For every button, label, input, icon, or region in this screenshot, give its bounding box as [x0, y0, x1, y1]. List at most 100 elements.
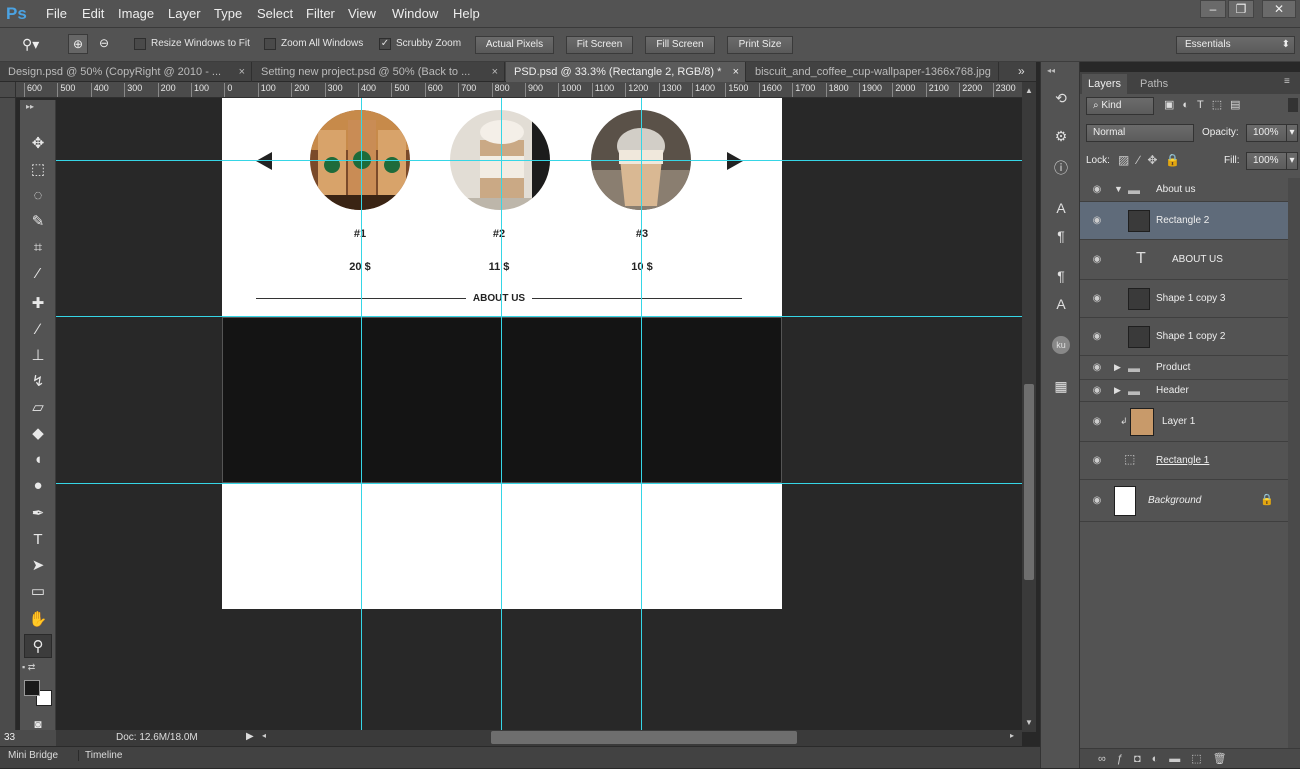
- lock-icons[interactable]: ▨∕✥🔒: [1118, 153, 1188, 167]
- minimize-button[interactable]: –: [1200, 0, 1226, 18]
- doc-tab-design[interactable]: Design.psd @ 50% (CopyRight @ 2010 - ...…: [0, 62, 252, 82]
- visibility-eye-icon[interactable]: ◉: [1090, 455, 1104, 466]
- ruler-origin[interactable]: [0, 82, 16, 98]
- scroll-up-icon[interactable]: ▲: [1025, 86, 1033, 95]
- fill-input[interactable]: 100%: [1246, 152, 1288, 170]
- path-selection-tool-icon[interactable]: ➤: [24, 554, 52, 578]
- zoom-tool-icon[interactable]: ⚲: [24, 634, 52, 658]
- menu-image[interactable]: Image: [116, 0, 156, 28]
- strip-collapse-icon[interactable]: ◂◂: [1047, 66, 1055, 75]
- horizontal-ruler[interactable]: 600 500 400 300 200 100 0 100 200 300 400 500 600 700…: [16, 82, 1022, 98]
- move-tool-icon[interactable]: ✥: [24, 132, 52, 156]
- layer-row-product[interactable]: ◉ ▶ ▬ Product: [1080, 356, 1288, 380]
- toolbox-collapse-icon[interactable]: ▸▸: [26, 103, 50, 111]
- visibility-eye-icon[interactable]: ◉: [1090, 362, 1104, 373]
- layer-row-about-us-text[interactable]: ◉ T ABOUT US: [1080, 240, 1288, 280]
- visibility-eye-icon[interactable]: ◉: [1090, 331, 1104, 342]
- layer-row-header[interactable]: ◉ ▶ ▬ Header: [1080, 380, 1288, 402]
- tab-layers[interactable]: Layers: [1082, 74, 1128, 94]
- visibility-eye-icon[interactable]: ◉: [1090, 293, 1104, 304]
- scroll-right-icon[interactable]: ▸: [1010, 731, 1014, 740]
- doc-tab-setting-project[interactable]: Setting new project.psd @ 50% (Back to .…: [253, 62, 505, 82]
- properties-panel-icon[interactable]: ⚙: [1051, 126, 1071, 146]
- vertical-scroll-thumb[interactable]: [1024, 384, 1034, 580]
- close-button[interactable]: ✕: [1262, 0, 1296, 18]
- history-brush-tool-icon[interactable]: ↯: [24, 370, 52, 394]
- workspace-select[interactable]: Essentials ⬍: [1176, 36, 1295, 54]
- actual-pixels-button[interactable]: Actual Pixels: [475, 36, 554, 54]
- kind-filter-select[interactable]: ⌕ Kind: [1086, 97, 1154, 115]
- layer-row-rectangle-2[interactable]: ◉ Rectangle 2: [1080, 202, 1288, 240]
- menu-file[interactable]: File: [44, 0, 69, 28]
- timeline-tab[interactable]: Timeline: [78, 750, 122, 761]
- blend-mode-select[interactable]: Normal: [1086, 124, 1194, 142]
- layer-row-background[interactable]: ◉ Background 🔒: [1080, 480, 1288, 522]
- dodge-tool-icon[interactable]: ●: [24, 474, 52, 498]
- guide-vertical[interactable]: [361, 98, 362, 730]
- healing-brush-tool-icon[interactable]: ✚: [24, 292, 52, 316]
- restore-button[interactable]: ❐: [1228, 0, 1254, 18]
- character-styles-icon[interactable]: A: [1051, 294, 1071, 314]
- quick-select-tool-icon[interactable]: ✎: [24, 210, 52, 234]
- guide-horizontal[interactable]: [56, 316, 1022, 317]
- guide-vertical[interactable]: [501, 98, 502, 730]
- layer-row-about-us[interactable]: ◉ ▼ ▬ About us: [1080, 178, 1288, 202]
- layers-scrollbar[interactable]: [1288, 178, 1300, 756]
- canvas-area[interactable]: #1 #2 #3 20 $ 11 $ 10 $ ABOUT US: [56, 98, 1022, 730]
- menu-select[interactable]: Select: [255, 0, 295, 28]
- scroll-left-icon[interactable]: ◂: [262, 731, 266, 740]
- visibility-eye-icon[interactable]: ◉: [1090, 254, 1104, 265]
- paragraph-styles-icon[interactable]: ¶: [1051, 266, 1071, 286]
- history-panel-icon[interactable]: ⟲: [1051, 88, 1071, 108]
- menu-filter[interactable]: Filter: [304, 0, 337, 28]
- type-tool-icon[interactable]: T: [24, 528, 52, 552]
- kuler-icon[interactable]: ku: [1052, 336, 1070, 354]
- layer-row-layer-1[interactable]: ◉ ↲ Layer 1: [1080, 402, 1288, 442]
- paragraph-panel-icon[interactable]: ¶: [1051, 226, 1071, 246]
- doc-tab-psd[interactable]: PSD.psd @ 33.3% (Rectangle 2, RGB/8) * ×: [506, 62, 746, 82]
- libraries-icon[interactable]: ▦: [1051, 376, 1071, 396]
- clone-stamp-tool-icon[interactable]: ⊥: [24, 344, 52, 368]
- menu-view[interactable]: View: [346, 0, 378, 28]
- opacity-dropdown-icon[interactable]: ▾: [1286, 124, 1298, 142]
- tab-paths[interactable]: Paths: [1134, 74, 1174, 94]
- opacity-input[interactable]: 100%: [1246, 124, 1288, 142]
- zoom-all-windows-checkbox[interactable]: [264, 38, 276, 50]
- group-collapsed-icon[interactable]: ▶: [1114, 362, 1121, 373]
- character-panel-icon[interactable]: A: [1051, 198, 1071, 218]
- menu-help[interactable]: Help: [451, 0, 482, 28]
- zoom-tool-preset-icon[interactable]: ⚲▾: [22, 36, 52, 54]
- foreground-color-swatch[interactable]: [24, 680, 40, 696]
- zoom-out-icon[interactable]: ⊖: [94, 34, 114, 54]
- about-us-rectangle[interactable]: [222, 317, 782, 483]
- close-icon[interactable]: ×: [492, 62, 498, 82]
- fill-dropdown-icon[interactable]: ▾: [1286, 152, 1298, 170]
- scroll-down-icon[interactable]: ▼: [1025, 718, 1033, 727]
- group-collapsed-icon[interactable]: ▶: [1114, 385, 1121, 396]
- visibility-eye-icon[interactable]: ◉: [1090, 184, 1104, 195]
- visibility-eye-icon[interactable]: ◉: [1090, 416, 1104, 427]
- vertical-ruler[interactable]: [0, 98, 16, 730]
- horizontal-scroll-thumb[interactable]: [491, 731, 797, 744]
- doc-tab-biscuit[interactable]: biscuit_and_coffee_cup-wallpaper-1366x76…: [747, 62, 999, 82]
- tab-overflow-icon[interactable]: »: [1018, 64, 1025, 78]
- menu-type[interactable]: Type: [212, 0, 244, 28]
- filter-toggle[interactable]: [1288, 98, 1298, 112]
- close-icon[interactable]: ×: [733, 62, 739, 82]
- blur-tool-icon[interactable]: ◖: [24, 448, 52, 472]
- zoom-field[interactable]: 33: [0, 730, 56, 746]
- status-menu-arrow-icon[interactable]: ▶: [246, 731, 254, 742]
- visibility-eye-icon[interactable]: ◉: [1090, 495, 1104, 506]
- layer-row-shape-1-copy-2[interactable]: ◉ Shape 1 copy 2: [1080, 318, 1288, 356]
- print-size-button[interactable]: Print Size: [727, 36, 793, 54]
- filter-type-icons[interactable]: ▣◐T⬚▤: [1164, 98, 1288, 114]
- rectangle-tool-icon[interactable]: ▭: [24, 580, 52, 604]
- eyedropper-tool-icon[interactable]: ⁄: [24, 262, 52, 286]
- panel-menu-icon[interactable]: ≡: [1284, 76, 1290, 87]
- fill-screen-button[interactable]: Fill Screen: [645, 36, 715, 54]
- layer-row-rectangle-1[interactable]: ◉ ⬚ Rectangle 1: [1080, 442, 1288, 480]
- visibility-eye-icon[interactable]: ◉: [1090, 215, 1104, 226]
- resize-windows-checkbox[interactable]: [134, 38, 146, 50]
- brush-tool-icon[interactable]: ∕: [24, 318, 52, 342]
- layer-row-shape-1-copy-3[interactable]: ◉ Shape 1 copy 3: [1080, 280, 1288, 318]
